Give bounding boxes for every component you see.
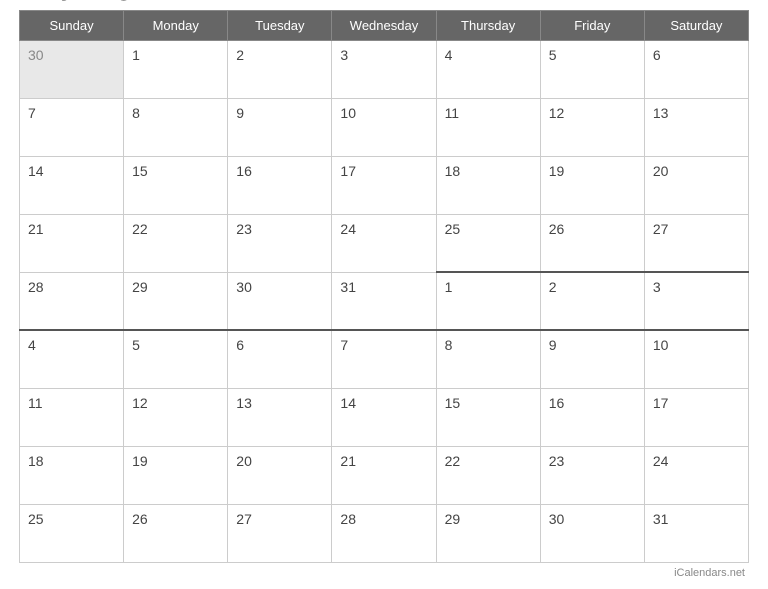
calendar-cell: 17: [644, 388, 748, 446]
calendar-cell: 20: [644, 156, 748, 214]
calendar-cell: 23: [540, 446, 644, 504]
calendar-cell: 31: [644, 504, 748, 562]
calendar-cell: 25: [436, 214, 540, 272]
calendar-cell: 30: [20, 40, 124, 98]
calendar-cell: 17: [332, 156, 436, 214]
calendar-cell: 10: [332, 98, 436, 156]
calendar-cell: 20: [228, 446, 332, 504]
calendar-cell: 2: [540, 272, 644, 330]
calendar-cell: 18: [436, 156, 540, 214]
header-thursday: Thursday: [436, 10, 540, 40]
calendar-cell: 24: [644, 446, 748, 504]
calendar-cell: 29: [436, 504, 540, 562]
calendar-cell: 21: [332, 446, 436, 504]
calendar-page: July August 2024 SundayMondayTuesdayWedn…: [9, 0, 759, 589]
calendar-cell: 15: [436, 388, 540, 446]
calendar-cell: 3: [644, 272, 748, 330]
header-saturday: Saturday: [644, 10, 748, 40]
calendar-cell: 26: [124, 504, 228, 562]
calendar-cell: 27: [644, 214, 748, 272]
header-friday: Friday: [540, 10, 644, 40]
calendar-cell: 6: [228, 330, 332, 388]
calendar-cell: 9: [228, 98, 332, 156]
calendar-cell: 15: [124, 156, 228, 214]
calendar-cell: 5: [124, 330, 228, 388]
calendar-cell: 26: [540, 214, 644, 272]
calendar-cell: 4: [436, 40, 540, 98]
header-tuesday: Tuesday: [228, 10, 332, 40]
header-sunday: Sunday: [20, 10, 124, 40]
header-wednesday: Wednesday: [332, 10, 436, 40]
week-row: 18192021222324: [20, 446, 749, 504]
calendar-cell: 24: [332, 214, 436, 272]
calendar-cell: 18: [20, 446, 124, 504]
calendar-cell: 22: [436, 446, 540, 504]
calendar-cell: 1: [124, 40, 228, 98]
calendar-cell: 27: [228, 504, 332, 562]
calendar-cell: 21: [20, 214, 124, 272]
header-monday: Monday: [124, 10, 228, 40]
calendar-cell: 12: [124, 388, 228, 446]
calendar-cell: 11: [436, 98, 540, 156]
calendar-cell: 29: [124, 272, 228, 330]
week-row: 21222324252627: [20, 214, 749, 272]
calendar-cell: 28: [20, 272, 124, 330]
header-row: SundayMondayTuesdayWednesdayThursdayFrid…: [20, 10, 749, 40]
calendar-title: July August 2024: [19, 0, 749, 2]
calendar-cell: 12: [540, 98, 644, 156]
calendar-cell: 14: [332, 388, 436, 446]
week-row: 28293031123: [20, 272, 749, 330]
calendar-cell: 13: [228, 388, 332, 446]
calendar-cell: 16: [228, 156, 332, 214]
week-row: 45678910: [20, 330, 749, 388]
calendar-cell: 19: [124, 446, 228, 504]
calendar-cell: 28: [332, 504, 436, 562]
calendar-cell: 22: [124, 214, 228, 272]
calendar-cell: 8: [124, 98, 228, 156]
calendar-cell: 13: [644, 98, 748, 156]
calendar-cell: 7: [332, 330, 436, 388]
calendar-cell: 30: [228, 272, 332, 330]
calendar-cell: 16: [540, 388, 644, 446]
calendar-cell: 19: [540, 156, 644, 214]
calendar-cell: 31: [332, 272, 436, 330]
calendar-cell: 10: [644, 330, 748, 388]
calendar-cell: 7: [20, 98, 124, 156]
calendar-cell: 3: [332, 40, 436, 98]
calendar-cell: 5: [540, 40, 644, 98]
calendar-cell: 6: [644, 40, 748, 98]
calendar-cell: 25: [20, 504, 124, 562]
calendar-cell: 23: [228, 214, 332, 272]
calendar-cell: 30: [540, 504, 644, 562]
calendar-cell: 14: [20, 156, 124, 214]
calendar-table: SundayMondayTuesdayWednesdayThursdayFrid…: [19, 10, 749, 563]
calendar-cell: 1: [436, 272, 540, 330]
calendar-cell: 11: [20, 388, 124, 446]
watermark: iCalendars.net: [19, 567, 749, 579]
week-row: 78910111213: [20, 98, 749, 156]
calendar-cell: 9: [540, 330, 644, 388]
week-row: 14151617181920: [20, 156, 749, 214]
week-row: 11121314151617: [20, 388, 749, 446]
calendar-cell: 8: [436, 330, 540, 388]
calendar-cell: 2: [228, 40, 332, 98]
calendar-cell: 4: [20, 330, 124, 388]
week-row: 25262728293031: [20, 504, 749, 562]
week-row: 30123456: [20, 40, 749, 98]
